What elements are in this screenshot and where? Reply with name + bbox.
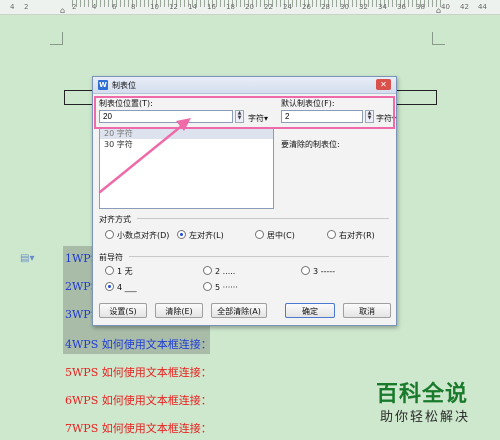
watermark-slogan: 助你轻松解决: [380, 410, 471, 425]
watermark: 百科全说 助你轻松解决: [374, 374, 494, 434]
watermark-brand: 百科全说: [376, 382, 469, 407]
